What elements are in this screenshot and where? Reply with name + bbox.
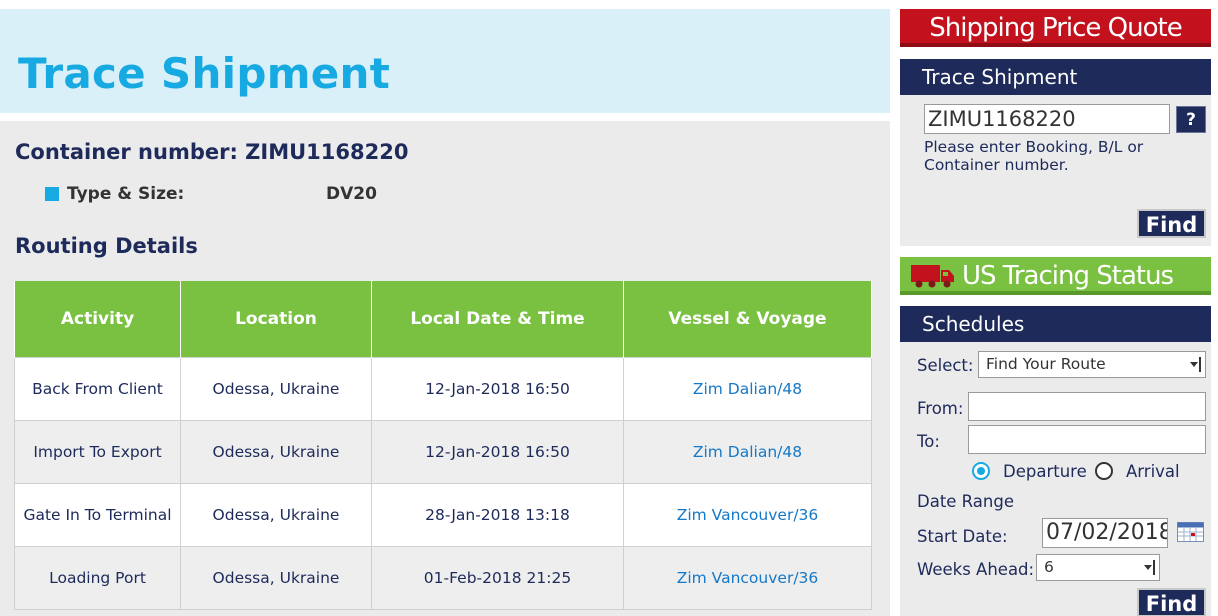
- start-date-input[interactable]: 07/02/2018: [1042, 518, 1168, 548]
- datetime-cell: 01-Feb-2018 21:25: [371, 545, 624, 610]
- location-cell: Odessa, Ukraine: [180, 545, 372, 610]
- vessel-link[interactable]: Zim Vancouver/36: [623, 482, 872, 547]
- arrival-radio[interactable]: [1095, 462, 1113, 480]
- type-size-row: Type & Size:: [45, 184, 184, 204]
- help-button[interactable]: ?: [1176, 106, 1206, 133]
- route-select-value: Find Your Route: [986, 355, 1106, 373]
- to-label: To:: [917, 432, 940, 451]
- activity-cell: Import To Export: [14, 419, 181, 484]
- trace-find-button[interactable]: Find: [1137, 209, 1206, 238]
- vessel-link[interactable]: Zim Dalian/48: [623, 419, 872, 484]
- table-row: Back From Client Odessa, Ukraine 12-Jan-…: [14, 356, 872, 421]
- to-input[interactable]: [968, 425, 1206, 454]
- routing-table: Activity Location Local Date & Time Vess…: [14, 281, 872, 610]
- from-label: From:: [917, 399, 964, 418]
- activity-cell: Gate In To Terminal: [14, 482, 181, 547]
- weeks-ahead-select[interactable]: 6: [1036, 554, 1160, 581]
- trace-shipment-input[interactable]: ZIMU1168220: [924, 104, 1170, 134]
- shipping-price-quote-banner[interactable]: Shipping Price Quote: [900, 9, 1211, 47]
- vessel-link[interactable]: Zim Dalian/48: [623, 356, 872, 421]
- bullet-square-icon: [45, 187, 59, 201]
- shipment-details: Container number: ZIMU1168220 Type & Siz…: [0, 121, 890, 616]
- type-size-label: Type & Size:: [67, 184, 185, 204]
- table-header-row: Activity Location Local Date & Time Vess…: [14, 281, 872, 357]
- datetime-cell: 12-Jan-2018 16:50: [371, 356, 624, 421]
- table-row: Loading Port Odessa, Ukraine 01-Feb-2018…: [14, 545, 872, 610]
- column-header-location: Location: [180, 281, 372, 357]
- us-tracing-label: US Tracing Status: [962, 261, 1174, 291]
- date-range-label: Date Range: [917, 492, 1014, 511]
- routing-details-title: Routing Details: [15, 234, 198, 258]
- weeks-ahead-label: Weeks Ahead:: [917, 560, 1035, 579]
- calendar-icon[interactable]: [1177, 522, 1204, 542]
- title-band: Trace Shipment: [0, 9, 890, 113]
- location-cell: Odessa, Ukraine: [180, 356, 372, 421]
- type-size-value: DV20: [326, 184, 377, 204]
- table-row: Gate In To Terminal Odessa, Ukraine 28-J…: [14, 482, 872, 547]
- column-header-activity: Activity: [14, 281, 181, 357]
- from-input[interactable]: [968, 392, 1206, 421]
- page-title: Trace Shipment: [18, 49, 391, 98]
- datetime-cell: 12-Jan-2018 16:50: [371, 419, 624, 484]
- route-select[interactable]: Find Your Route: [978, 351, 1206, 378]
- departure-radio[interactable]: [972, 462, 990, 480]
- table-row: Import To Export Odessa, Ukraine 12-Jan-…: [14, 419, 872, 484]
- us-tracing-status-banner[interactable]: US Tracing Status: [900, 257, 1211, 295]
- trace-shipment-panel: ZIMU1168220 ? Please enter Booking, B/L …: [900, 95, 1211, 246]
- column-header-datetime: Local Date & Time: [371, 281, 624, 357]
- chevron-down-icon: [1144, 560, 1155, 575]
- location-cell: Odessa, Ukraine: [180, 419, 372, 484]
- trace-hint-text: Please enter Booking, B/L or Container n…: [924, 138, 1144, 174]
- departure-label: Departure: [1003, 462, 1087, 481]
- datetime-cell: 28-Jan-2018 13:18: [371, 482, 624, 547]
- truck-icon: [911, 265, 954, 288]
- column-header-vessel: Vessel & Voyage: [623, 281, 872, 357]
- schedules-find-button[interactable]: Find: [1137, 588, 1206, 616]
- weeks-ahead-value: 6: [1044, 558, 1054, 576]
- arrival-label: Arrival: [1126, 462, 1180, 481]
- location-cell: Odessa, Ukraine: [180, 482, 372, 547]
- select-label: Select:: [917, 356, 974, 375]
- activity-cell: Loading Port: [14, 545, 181, 610]
- trace-shipment-header: Trace Shipment: [900, 59, 1211, 95]
- schedules-header: Schedules: [900, 306, 1211, 342]
- chevron-down-icon: [1190, 357, 1201, 372]
- page: Trace Shipment Container number: ZIMU116…: [0, 0, 1218, 616]
- start-date-label: Start Date:: [917, 527, 1008, 546]
- vessel-link[interactable]: Zim Vancouver/36: [623, 545, 872, 610]
- container-number: Container number: ZIMU1168220: [15, 140, 409, 164]
- activity-cell: Back From Client: [14, 356, 181, 421]
